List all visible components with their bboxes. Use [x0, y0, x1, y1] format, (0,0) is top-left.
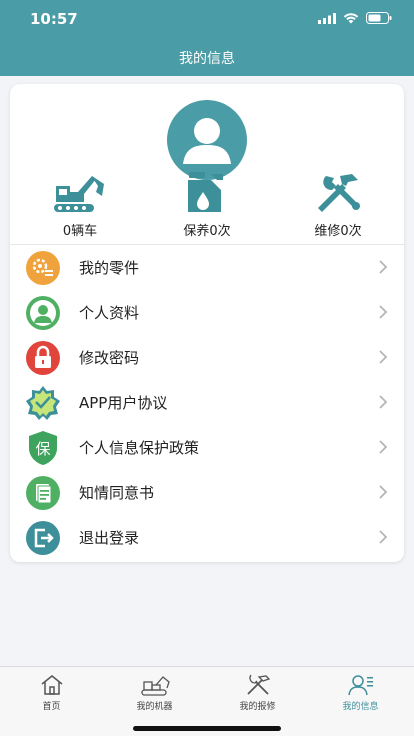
badge-check-icon	[26, 386, 60, 420]
tab-label: 首页	[42, 702, 61, 712]
menu-label: APP用户协议	[79, 394, 168, 412]
my-info-icon	[347, 675, 373, 696]
excavator-icon	[54, 176, 104, 212]
tab-label: 我的报修	[239, 702, 276, 712]
tab-home[interactable]: 首页	[0, 673, 103, 712]
stat-repairs[interactable]: 维修0次	[288, 172, 388, 239]
chevron-right-icon	[379, 440, 388, 454]
chevron-right-icon	[379, 395, 388, 409]
stat-vehicles[interactable]: 0辆车	[30, 172, 130, 239]
signal-icon	[318, 12, 336, 24]
oil-can-icon	[188, 172, 223, 212]
chevron-right-icon	[379, 305, 388, 319]
logout-icon	[26, 521, 60, 555]
profile-card: 0辆车 保养0次 维修0次 我的零件 个人资料 修改密码 APP用户协议 保 个…	[10, 84, 404, 562]
tab-my-repairs[interactable]: 我的报修	[206, 673, 309, 712]
home-icon	[41, 675, 62, 695]
battery-icon	[366, 12, 392, 24]
tab-my-info[interactable]: 我的信息	[309, 673, 412, 712]
menu-item-profile[interactable]: 个人资料	[10, 290, 404, 335]
stat-maintenance[interactable]: 保养0次	[157, 172, 257, 239]
chevron-right-icon	[379, 530, 388, 544]
status-icons	[318, 12, 392, 24]
menu-item-logout[interactable]: 退出登录	[10, 515, 404, 560]
tools-icon	[318, 174, 360, 212]
shield-bao-icon: 保	[29, 431, 57, 465]
menu-item-change-password[interactable]: 修改密码	[10, 335, 404, 380]
document-icon	[26, 476, 60, 510]
avatar-icon[interactable]	[167, 100, 247, 180]
person-icon	[26, 296, 60, 330]
header-bar: 10:57 我的信息	[0, 0, 414, 76]
menu-item-privacy-policy[interactable]: 保 个人信息保护政策	[10, 425, 404, 470]
chevron-right-icon	[379, 485, 388, 499]
menu-label: 我的零件	[79, 259, 140, 277]
menu-label: 退出登录	[79, 529, 140, 547]
menu-label: 知情同意书	[79, 484, 155, 502]
shield-icon-text: 保	[35, 440, 50, 458]
lock-icon	[26, 341, 60, 375]
status-bar: 10:57	[0, 0, 414, 38]
stat-label: 0辆车	[62, 224, 98, 239]
menu-item-user-agreement[interactable]: APP用户协议	[10, 380, 404, 425]
tab-label: 我的信息	[342, 702, 379, 712]
status-time: 10:57	[30, 10, 78, 28]
menu-label: 个人资料	[79, 304, 140, 322]
machine-icon	[140, 676, 170, 696]
chevron-right-icon	[379, 260, 388, 274]
tab-label: 我的机器	[136, 702, 173, 712]
menu-item-my-parts[interactable]: 我的零件	[10, 245, 404, 290]
home-indicator	[133, 726, 281, 731]
stat-label: 维修0次	[314, 224, 362, 239]
parts-icon	[26, 251, 60, 285]
menu-item-informed-consent[interactable]: 知情同意书	[10, 470, 404, 515]
tab-my-machines[interactable]: 我的机器	[103, 673, 206, 712]
menu-label: 修改密码	[79, 349, 140, 367]
stat-label: 保养0次	[183, 224, 231, 239]
page-title: 我的信息	[179, 51, 235, 67]
menu-list: 我的零件 个人资料 修改密码 APP用户协议 保 个人信息保护政策 知情同意书 …	[10, 245, 404, 560]
chevron-right-icon	[379, 350, 388, 364]
repair-icon	[246, 674, 270, 695]
wifi-icon	[343, 13, 359, 24]
menu-label: 个人信息保护政策	[79, 439, 200, 457]
